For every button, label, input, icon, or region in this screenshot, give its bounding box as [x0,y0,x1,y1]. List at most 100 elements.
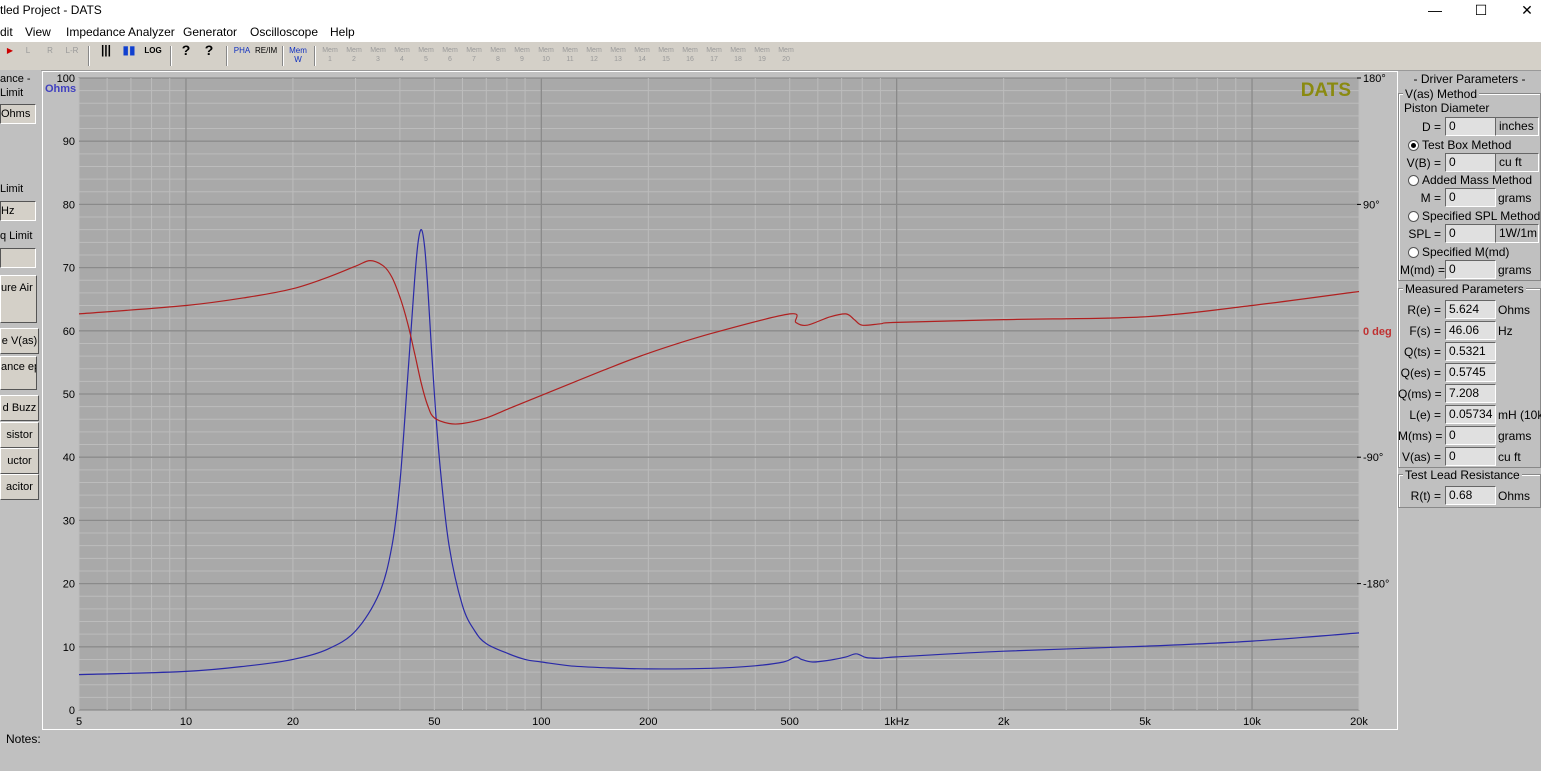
window-title: tled Project - DATS [0,3,102,17]
toolbar-separator [88,46,90,66]
menu-view[interactable]: View [25,25,51,39]
m-input[interactable]: 0 [1445,188,1496,207]
right-channel-button[interactable]: R [40,46,60,66]
menu-oscilloscope[interactable]: Oscilloscope [250,25,318,39]
measured-param-label: L(e) = [1409,408,1441,422]
phase-button[interactable]: PHA [232,46,252,66]
measured-param-value[interactable]: 7.208 [1445,384,1496,403]
mem-slot-button[interactable]: Mem 19 [752,46,772,66]
toolbar-separator [282,46,284,66]
resistor-button[interactable]: sistor [0,422,39,448]
y-tick-label: 60 [63,326,75,338]
mem-slot-button[interactable]: Mem 16 [680,46,700,66]
bars-icon[interactable]: ||| [96,44,116,66]
measured-param-unit: mH (10k) [1498,408,1541,422]
capacitor-button[interactable]: acitor [0,474,39,500]
measured-param-label: Q(ms) = [1398,387,1442,401]
mem-slot-button[interactable]: Mem 14 [632,46,652,66]
freq-limit-input[interactable] [0,248,36,268]
mem-slot-button[interactable]: Mem 13 [608,46,628,66]
mem-slot-button[interactable]: Mem 12 [584,46,604,66]
measured-param-value[interactable]: 0 [1445,447,1496,466]
y-tick-label: 50 [63,389,75,401]
phase-tick-label: 90° [1363,199,1380,211]
measured-param-value[interactable]: 0.5321 [1445,342,1496,361]
measured-param-unit: cu ft [1498,450,1521,464]
y-tick-label: 40 [63,452,75,464]
measured-param-unit: Ohms [1498,303,1531,317]
mem-slot-button[interactable]: Mem 15 [656,46,676,66]
specified-mmd-radio[interactable] [1408,247,1419,258]
maximize-button[interactable]: ☐ [1458,0,1504,22]
inductor-button[interactable]: uctor [0,448,39,474]
mem-slot-button[interactable]: Mem 7 [464,46,484,66]
impedance-limits-title: ance - [0,73,31,85]
mem-slot-button[interactable]: Mem 4 [392,46,412,66]
left-minus-right-button[interactable]: L-R [62,46,82,66]
close-button[interactable]: ✕ [1504,0,1541,22]
rub-and-buzz-button[interactable]: d Buzz [0,395,39,421]
record-icon[interactable]: ▶ [0,46,20,66]
menu-help[interactable]: Help [330,25,355,39]
spl-input[interactable]: 0 [1445,224,1496,243]
mem-slot-button[interactable]: Mem 1 [320,46,340,66]
piston-diameter-label: Piston Diameter [1404,101,1490,115]
x-tick-label: 10 [180,716,192,728]
mem-slot-button[interactable]: Mem 11 [560,46,580,66]
upper-limit-input[interactable]: Ohms [0,104,36,124]
log-scale-button[interactable]: LOG [143,46,163,66]
mem-slot-button[interactable]: Mem 6 [440,46,460,66]
mmd-input[interactable]: 0 [1445,260,1496,279]
measure-free-air-button[interactable]: ure Air eters [0,275,37,323]
mem-slot-button[interactable]: Mem 8 [488,46,508,66]
mem-slot-button[interactable]: Mem 5 [416,46,436,66]
d-input[interactable]: 0 [1445,117,1496,136]
test-box-radio[interactable] [1408,140,1419,151]
menu-generator[interactable]: Generator [183,25,237,39]
mem-slot-button[interactable]: Mem 9 [512,46,532,66]
toolbar-separator [170,46,172,66]
measured-param-value[interactable]: 46.06 [1445,321,1496,340]
context-help-icon[interactable]: ? [199,43,219,66]
notes-label: Notes: [6,732,41,746]
menu-impedance-analyzer[interactable]: Impedance Analyzer [66,25,175,39]
re-im-button[interactable]: RE/IM [255,46,277,66]
histogram-icon[interactable]: ▮▮ [119,44,139,66]
rt-unit: Ohms [1498,489,1531,503]
x-tick-label: 20 [287,716,299,728]
measured-param-label: Q(ts) = [1403,345,1441,359]
mmd-unit: grams [1498,263,1532,277]
mem-slot-button[interactable]: Mem 10 [536,46,556,66]
measured-param-value[interactable]: 5.624 [1445,300,1496,319]
lower-limit-input[interactable]: Hz [0,201,36,221]
menu-edit[interactable]: dit [0,25,13,39]
rt-input[interactable]: 0.68 [1445,486,1496,505]
m-label: M = [1420,191,1441,205]
vb-input[interactable]: 0 [1445,153,1496,172]
specified-spl-radio[interactable] [1408,211,1419,222]
mem-slot-button[interactable]: Mem 3 [368,46,388,66]
measured-param-value[interactable]: 0.5745 [1445,363,1496,382]
left-channel-button[interactable]: L [18,46,38,66]
measured-param-value[interactable]: 0 [1445,426,1496,445]
driver-parameters-title: - Driver Parameters - [1413,72,1526,86]
measured-param-unit: Hz [1498,324,1513,338]
mem-slot-button[interactable]: Mem 2 [344,46,364,66]
menu-bar: dit View Impedance Analyzer Generator Os… [0,22,1541,42]
added-vas-button[interactable]: e V(as) [0,328,39,354]
minimize-button[interactable]: — [1412,0,1458,22]
x-tick-label: 500 [781,716,799,728]
help-icon[interactable]: ? [176,43,196,66]
measured-param-value[interactable]: 0.05734 [1445,405,1496,424]
mem-write-button[interactable]: Mem W [288,46,308,66]
driver-parameters-panel: - Driver Parameters - V(as) Method Pisto… [1398,70,1541,770]
mem-slot-button[interactable]: Mem 18 [728,46,748,66]
brand-label: DATS [1301,80,1351,101]
measured-param-label: F(s) = [1409,324,1441,338]
measured-param-unit: grams [1498,429,1532,443]
impedance-sweep-button[interactable]: ance ep [0,356,37,390]
mem-slot-button[interactable]: Mem 17 [704,46,724,66]
mem-slot-button[interactable]: Mem 20 [776,46,796,66]
added-mass-radio[interactable] [1408,175,1419,186]
rt-label: R(t) = [1410,489,1441,503]
